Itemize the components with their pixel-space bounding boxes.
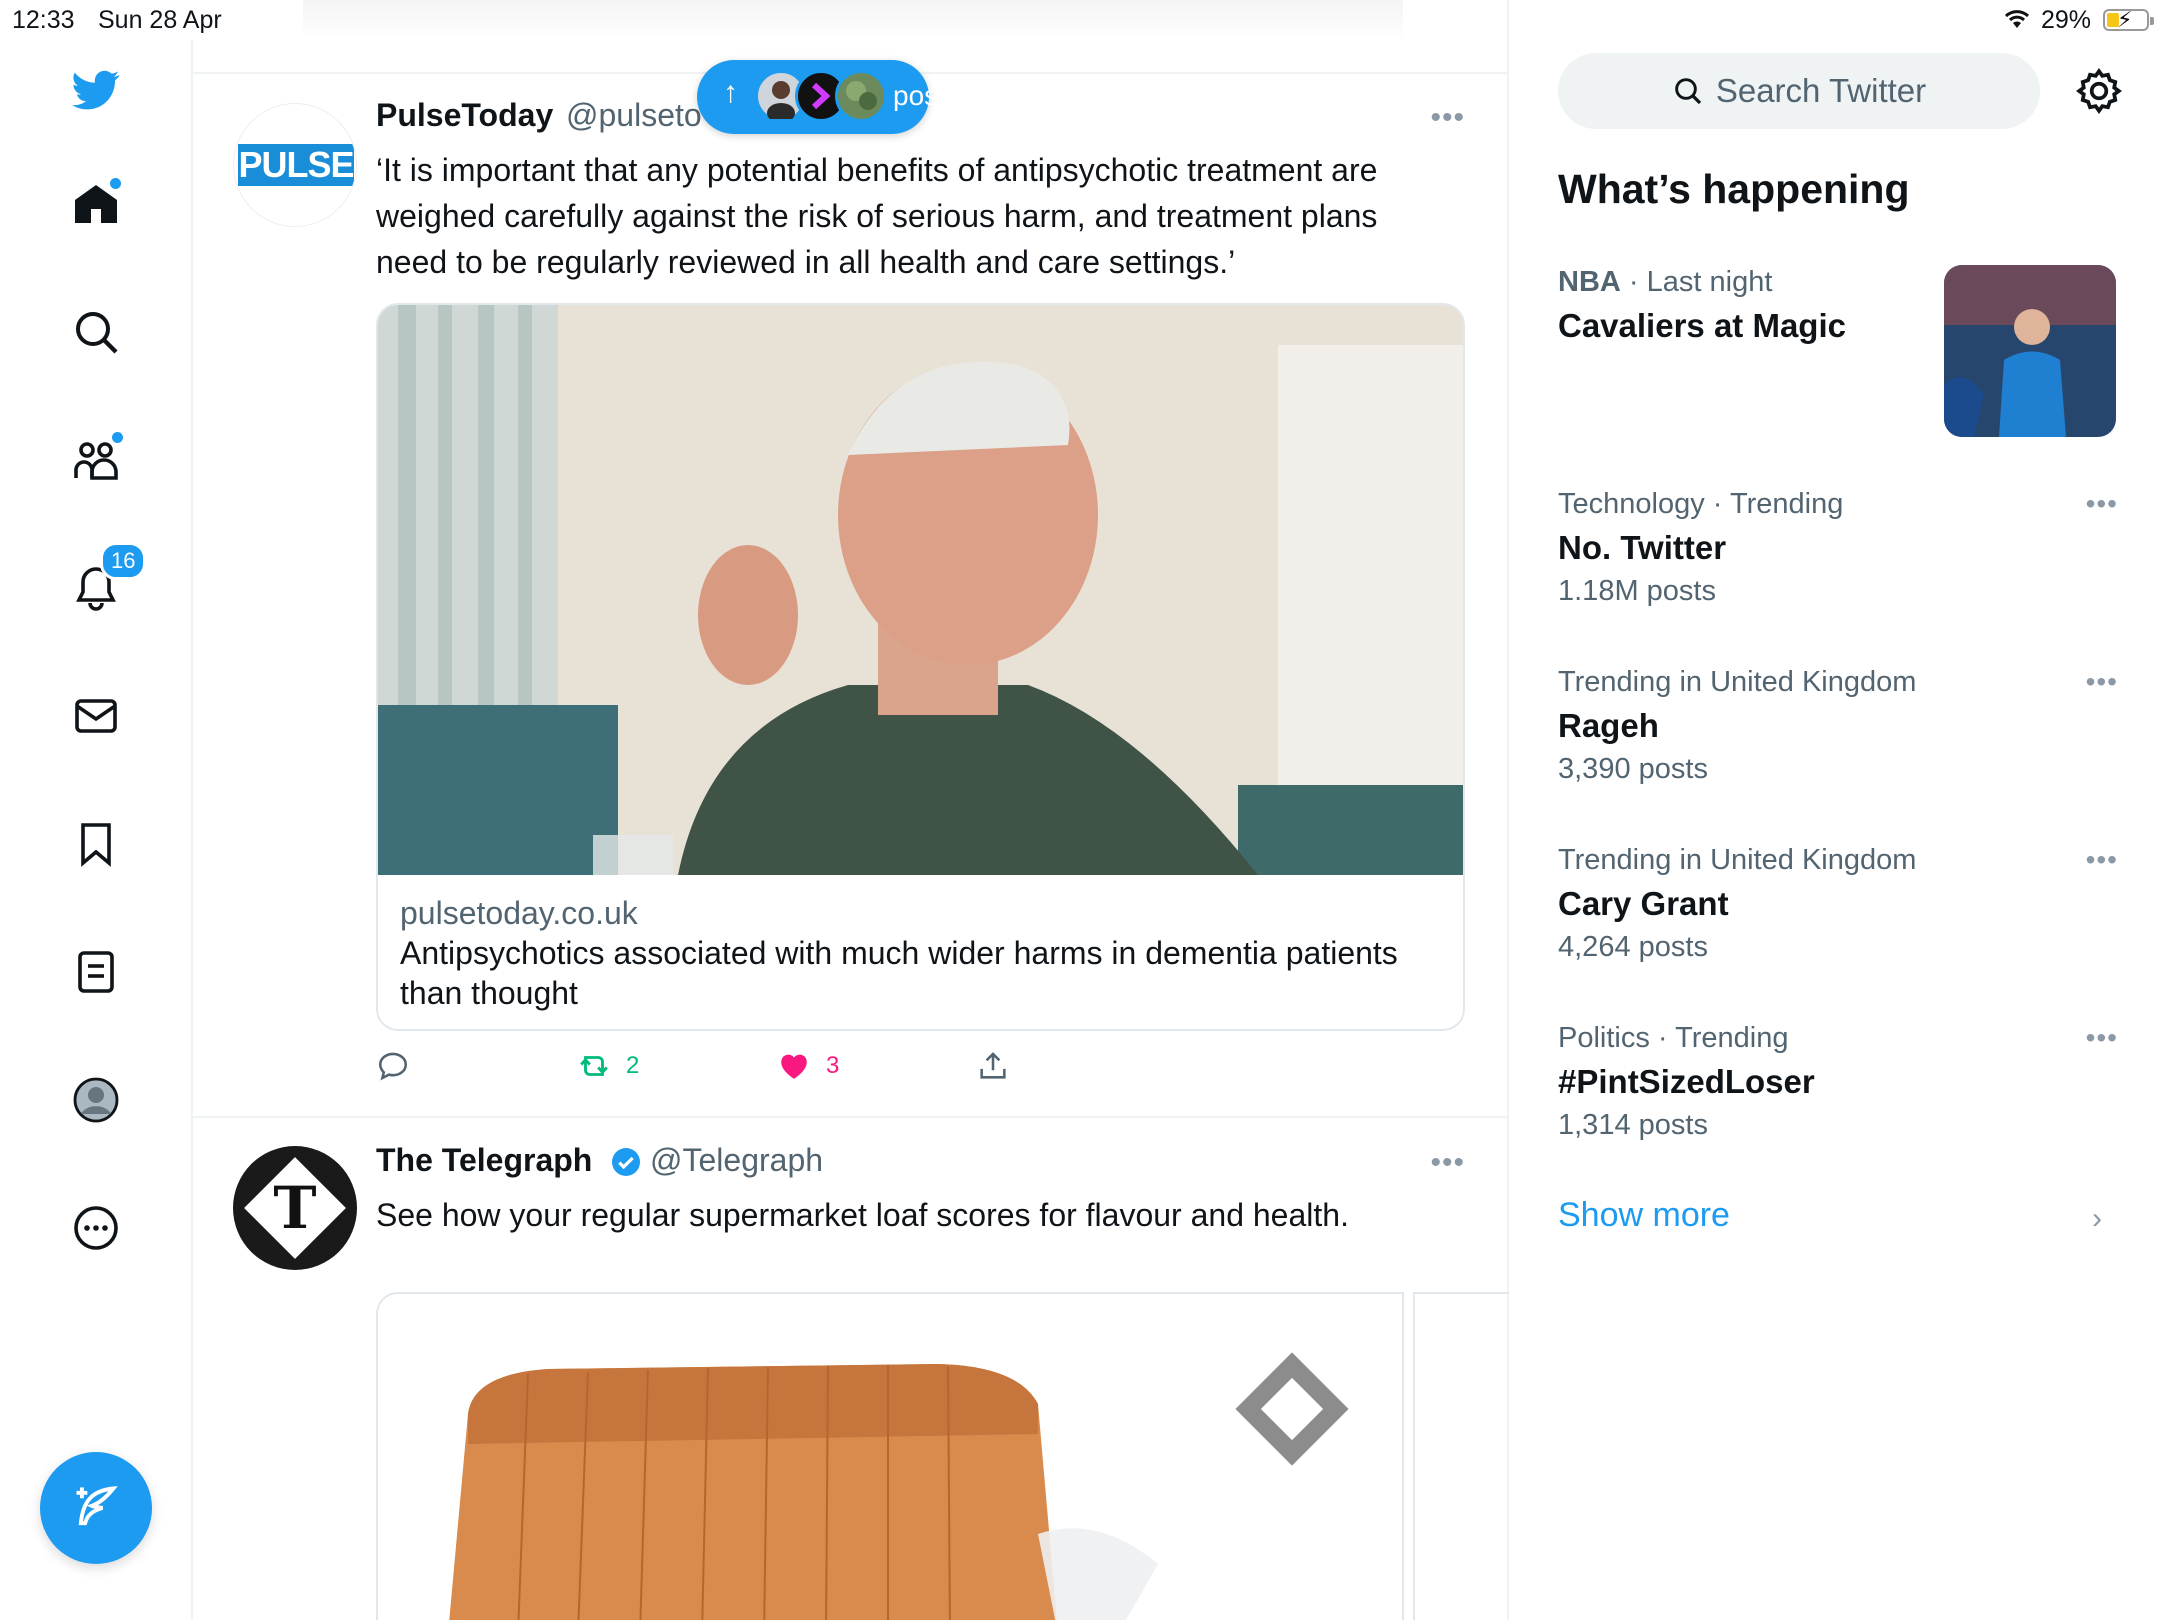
tweet-pulsetoday[interactable]: PULSE PulseToday @pulseto ••• ‘It is imp… [193,73,1509,1115]
nav-home[interactable] [60,168,132,240]
twitter-logo-icon[interactable] [60,54,132,126]
trend-thumbnail[interactable] [1944,265,2116,437]
nav-profile[interactable] [60,1064,132,1136]
timeline: PULSE PulseToday @pulseto ••• ‘It is imp… [193,0,1509,1620]
whats-happening-title: What’s happening [1558,166,1910,212]
nav-notifications[interactable]: 16 [60,542,147,624]
next-media-peek[interactable] [1413,1292,1509,1620]
reply-button[interactable] [376,1049,410,1083]
tweet-more-button[interactable]: ••• [1430,101,1465,135]
telegraph-avatar[interactable]: T [233,1146,357,1270]
pulse-logo-text: PULSE [238,144,355,186]
trend-count: 1.18M posts [1558,575,1716,607]
nav-bookmarks[interactable] [60,808,132,880]
show-more-link[interactable]: Show more [1558,1196,1730,1235]
trend-item[interactable]: Politics · Trending #PintSizedLoser 1,31… [1558,1022,2118,1142]
home-new-dot [110,178,121,189]
bookmark-icon [81,823,111,867]
profile-avatar-icon [73,1077,119,1123]
tweet-author-name[interactable]: PulseToday [376,97,553,134]
nav-messages[interactable] [60,680,132,752]
notifications-badge: 16 [100,542,147,580]
reply-icon [378,1052,408,1081]
trend-category: Politics · Trending [1558,1022,1789,1054]
trend-name: Rageh [1558,707,1659,744]
communities-icon [74,442,118,480]
nav-explore[interactable] [60,296,132,368]
trend-item[interactable]: Technology · Trending No. Twitter 1.18M … [1558,488,2118,608]
trend-more-button[interactable]: ••• [2086,666,2118,698]
bread-loaf-photo [378,1294,1402,1620]
more-circle-icon [74,1206,118,1250]
tweet-text: ‘It is important that any potential bene… [376,152,1378,280]
trend-count: 1,314 posts [1558,1109,1708,1141]
compose-feather-icon [76,1486,118,1526]
new-posts-pill[interactable]: ↑ posted [697,60,977,134]
nav-communities[interactable] [60,424,132,496]
elderly-man-photo [378,305,1463,875]
trend-more-button[interactable]: ••• [2086,488,2118,520]
trend-more-button[interactable]: ••• [2086,844,2118,876]
tweet-more-button[interactable]: ••• [1430,1146,1465,1180]
arrow-up-icon: ↑ [723,76,738,109]
card-meta: pulsetoday.co.uk Antipsychotics associat… [378,875,1463,1029]
trend-category: Technology · Trending [1558,488,1844,520]
trend-name: No. Twitter [1558,529,1727,566]
search-icon [1675,78,1701,105]
tweet-author-handle[interactable]: @pulseto [566,97,702,134]
tweet-telegraph[interactable]: T The Telegraph @Telegraph ••• See how y… [193,1118,1509,1620]
retweet-count: 2 [626,1052,640,1079]
card-title: Antipsychotics associated with much wide… [400,935,1398,1011]
nav-lists[interactable] [60,936,132,1008]
mail-icon [75,699,117,733]
like-button[interactable]: 3 [776,1049,839,1083]
settings-button[interactable] [2074,66,2124,116]
top-fade [303,0,1403,40]
tweet-text: See how your regular supermarket loaf sc… [376,1197,1349,1233]
left-nav-rail: 16 [0,40,193,1620]
media-card[interactable] [376,1292,1404,1620]
retweet-icon [580,1056,608,1076]
search-icon [76,312,118,354]
chevron-right-icon[interactable]: › [2092,1202,2102,1236]
trend-category: Trending in United Kingdom [1558,844,1917,876]
trend-count: 3,390 posts [1558,753,1708,785]
tweet-author-name[interactable]: The Telegraph [376,1142,592,1179]
trend-more-button[interactable]: ••• [2086,1022,2118,1054]
lists-icon [78,951,114,993]
trend-name: Cary Grant [1558,885,1729,922]
pulsetoday-avatar[interactable]: PULSE [233,103,357,227]
heart-filled-icon [781,1054,807,1079]
posted-label: posted [893,80,978,111]
tweet-author-handle[interactable]: @Telegraph [650,1142,823,1179]
trend-name: #PintSizedLoser [1558,1063,1815,1100]
share-button[interactable] [976,1049,1010,1083]
telegraph-logo-text: T [273,1174,317,1242]
card-domain: pulsetoday.co.uk [400,895,638,931]
verified-badge-icon [610,1146,642,1183]
right-sidebar: Search Twitter What’s happening NBA · La… [1510,0,2160,1620]
tweet-actions: 2 3 [376,1049,1276,1089]
trend-item[interactable]: Trending in United Kingdom Rageh 3,390 p… [1558,666,2118,786]
link-card[interactable]: pulsetoday.co.uk Antipsychotics associat… [376,303,1465,1031]
retweet-button[interactable]: 2 [576,1049,639,1083]
trend-category: Trending in United Kingdom [1558,666,1917,698]
compose-button[interactable] [40,1452,152,1564]
search-bar[interactable]: Search Twitter [1558,53,2040,129]
gear-icon [2076,68,2122,114]
posted-avatar-3 [835,70,887,122]
share-icon [980,1052,1006,1079]
trend-item[interactable]: Trending in United Kingdom Cary Grant 4,… [1558,844,2118,964]
trend-count: 4,264 posts [1558,931,1708,963]
like-count: 3 [826,1052,840,1079]
basketball-player-photo [1944,265,2116,437]
card-image [378,305,1463,875]
communities-new-dot [112,432,123,443]
nav-more[interactable] [60,1192,132,1264]
status-time: 12:33 [12,6,75,34]
search-placeholder: Search Twitter [1715,72,1927,109]
